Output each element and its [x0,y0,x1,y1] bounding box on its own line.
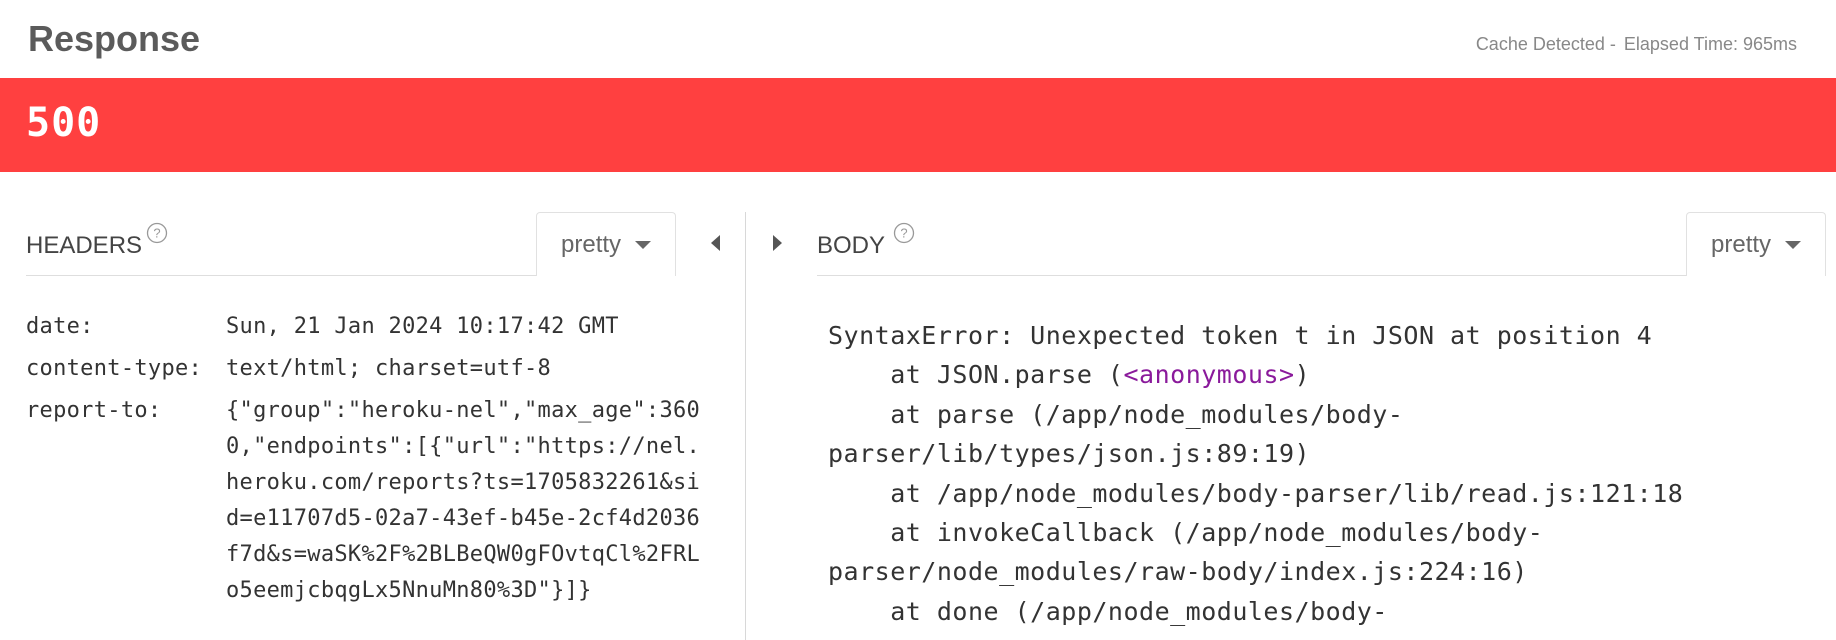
body-format-dropdown[interactable]: pretty [1686,212,1827,276]
headers-label: HEADERS [26,232,143,259]
header-key: date: [26,314,94,339]
headers-format-value: pretty [561,230,622,258]
header-value: {"group":"heroku-nel","max_age":3600,"en… [226,398,701,603]
body-format-value: pretty [1711,230,1772,258]
status-bar: 500 [0,78,1836,172]
body-line: parser/node_modules/raw-body/index.js:22… [828,557,1528,587]
headers-format-dropdown[interactable]: pretty [536,212,677,276]
body-line: parser/node_modules/raw-body/index.js:21… [828,631,1828,640]
body-line: at JSON.parse (<anonymous>) [828,355,1828,394]
header-key: content-type: [26,356,203,381]
body-line-suffix: ) [1294,360,1311,390]
header-value: Sun, 21 Jan 2024 10:17:42 GMT [226,314,619,339]
body-line: at /app/node_modules/body-parser/lib/rea… [828,478,1684,508]
headers-panel-header: HEADERS ? pretty [26,212,677,276]
body-label: BODY [817,232,886,259]
header-row: content-type: text/html; charset=utf-8 [26,348,706,390]
body-line: at invokeCallback (/app/node_modules/bod… [828,518,1544,548]
panel-divider[interactable] [745,212,746,640]
response-header: Response Cache Detected - Elapsed Time: … [0,0,1836,78]
header-key: report-to: [26,398,162,423]
chevron-down-icon [1785,240,1802,249]
svg-text:?: ? [153,226,160,241]
body-line-prefix: at JSON.parse ( [828,360,1124,390]
svg-text:?: ? [900,226,907,241]
help-circle-icon[interactable]: ? [893,222,915,244]
body-panel-header: BODY ? pretty [817,212,1827,276]
chevron-down-icon [635,240,652,249]
header-row: report-to: {"group":"heroku-nel","max_ag… [26,390,706,609]
help-circle-icon[interactable]: ? [146,222,168,244]
headers-table: date: Sun, 21 Jan 2024 10:17:42 GMT cont… [26,306,706,609]
triangle-right-icon[interactable] [766,232,788,254]
response-body: SyntaxError: Unexpected token t in JSON … [828,316,1828,640]
body-line: at parse (/app/node_modules/body- [828,399,1404,429]
status-code: 500 [26,100,102,146]
body-line: at done (/app/node_modules/body- [828,596,1388,626]
triangle-left-icon[interactable] [705,232,727,254]
header-value: text/html; charset=utf-8 [226,356,552,381]
page-title: Response [28,18,201,59]
response-meta: Cache Detected - Elapsed Time: 965ms [1473,34,1797,55]
body-line: SyntaxError: Unexpected token t in JSON … [828,321,1653,350]
anonymous-token: <anonymous> [1123,360,1295,390]
elapsed-time: Elapsed Time: 965ms [1623,34,1797,54]
cache-status: Cache Detected - [1475,34,1616,54]
header-row: date: Sun, 21 Jan 2024 10:17:42 GMT [26,306,706,348]
body-line: parser/lib/types/json.js:89:19) [828,439,1311,469]
